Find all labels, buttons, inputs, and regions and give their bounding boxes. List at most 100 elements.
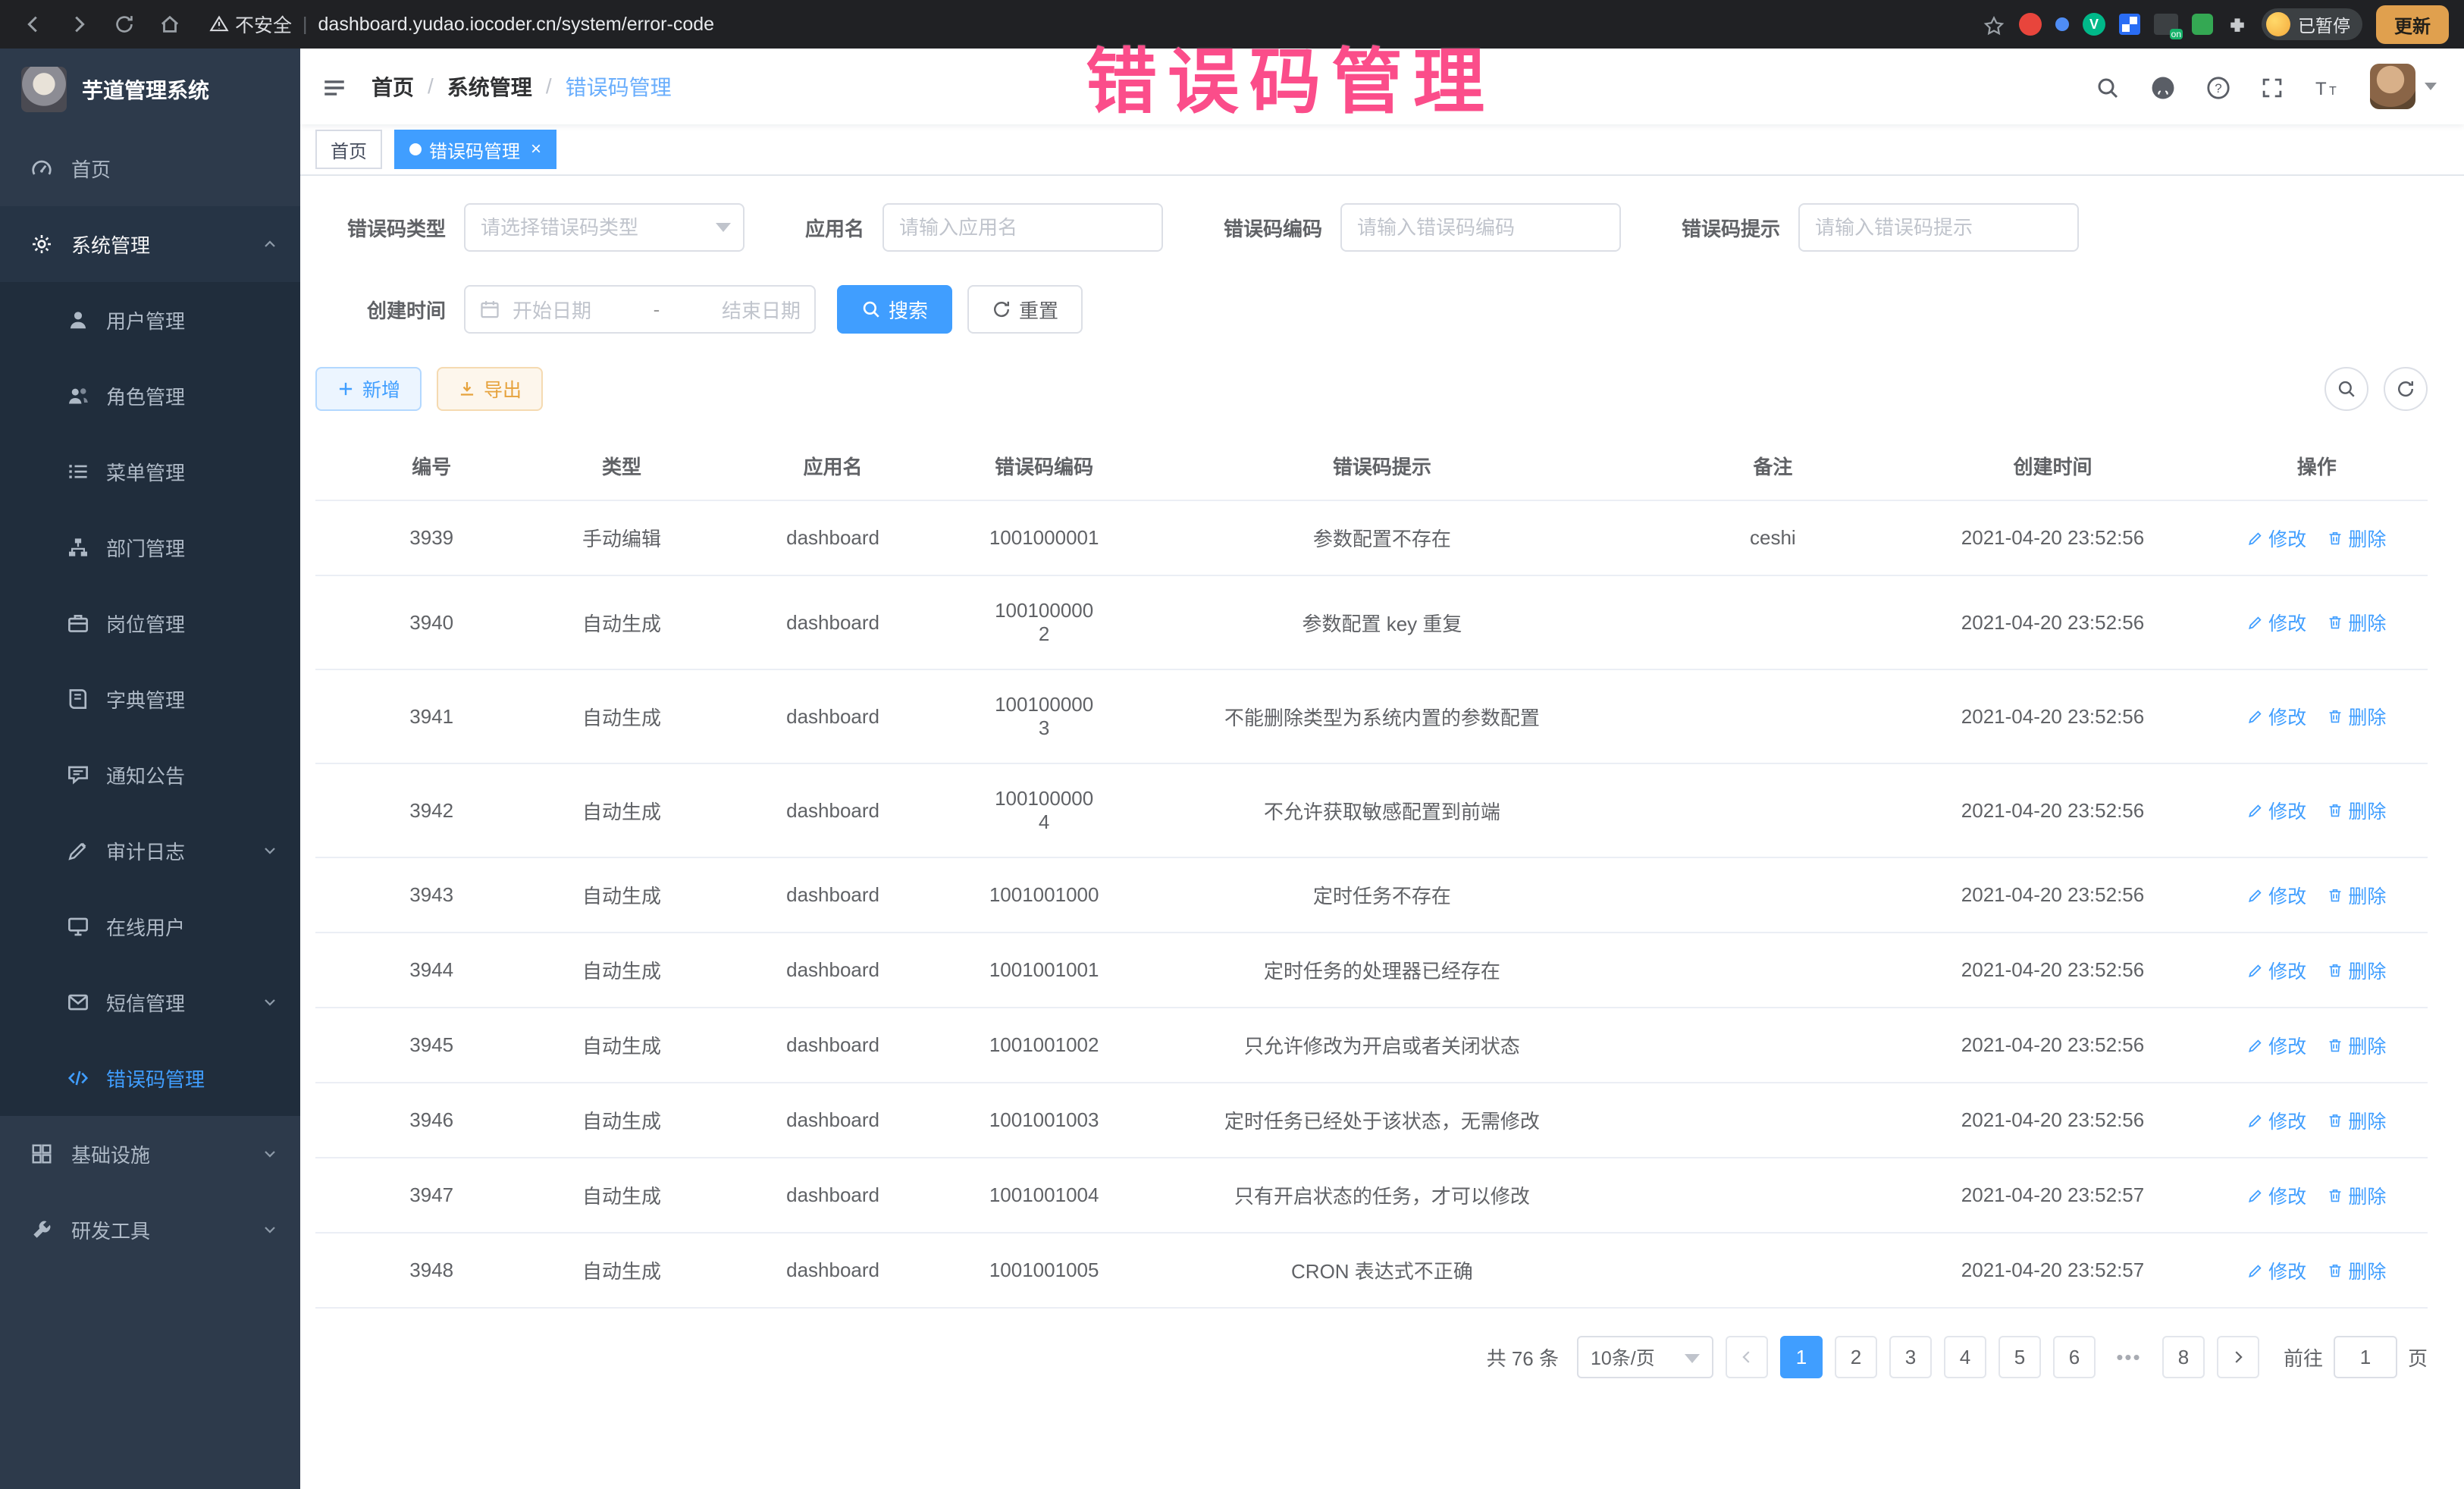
tab-error-code-management[interactable]: 错误码管理 × (394, 130, 556, 169)
page-button[interactable]: 3 (1889, 1336, 1932, 1378)
edit-link[interactable]: 修改 (2247, 882, 2306, 909)
tab-home[interactable]: 首页 (315, 130, 382, 169)
prev-page-button[interactable] (1726, 1336, 1768, 1378)
page-button[interactable]: 2 (1835, 1336, 1877, 1378)
cell-app: dashboard (695, 575, 970, 669)
sidebar-item-label: 错误码管理 (106, 1064, 205, 1092)
fullscreen-icon[interactable] (2261, 73, 2284, 101)
sidebar-item-infrastructure[interactable]: 基础设施 (0, 1116, 300, 1192)
breadcrumb-home[interactable]: 首页 (371, 71, 414, 102)
sidebar-item-devtools[interactable]: 研发工具 (0, 1192, 300, 1268)
date-range-picker[interactable]: 开始日期 - 结束日期 (464, 285, 816, 334)
delete-link[interactable]: 删除 (2327, 957, 2386, 984)
help-icon[interactable]: ? (2206, 73, 2230, 101)
app-name-input[interactable] (882, 203, 1163, 252)
extension-teal-icon[interactable]: V (2083, 13, 2105, 36)
sidebar-item-post-management[interactable]: 岗位管理 (0, 585, 300, 661)
sidebar-item-user-management[interactable]: 用户管理 (0, 282, 300, 358)
goto-page-input[interactable] (2334, 1336, 2397, 1378)
sidebar-item-system-management[interactable]: 系统管理 (0, 206, 300, 282)
search-button[interactable]: 搜索 (837, 285, 952, 334)
edit-link[interactable]: 修改 (2247, 797, 2306, 824)
sidebar-item-dict-management[interactable]: 字典管理 (0, 661, 300, 737)
extension-grid-icon[interactable] (2119, 14, 2140, 35)
cell-note (1646, 1158, 1899, 1233)
header-search-icon[interactable] (2096, 73, 2120, 101)
page-button[interactable]: 4 (1944, 1336, 1986, 1378)
extension-blue-dot-icon[interactable] (2055, 17, 2069, 31)
error-type-select-input[interactable] (464, 203, 745, 252)
browser-update-button[interactable]: 更新 (2376, 5, 2449, 44)
page-button[interactable]: ••• (2108, 1336, 2150, 1378)
edit-link[interactable]: 修改 (2247, 1257, 2306, 1284)
sidebar-item-notice-management[interactable]: 通知公告 (0, 737, 300, 813)
add-button[interactable]: 新增 (315, 367, 422, 411)
address-bar[interactable]: 不安全 | dashboard.yudao.iocoder.cn/system/… (209, 11, 1973, 38)
show-search-button[interactable] (2324, 367, 2368, 411)
error-type-select[interactable] (464, 203, 745, 252)
delete-link[interactable]: 删除 (2327, 797, 2386, 824)
sidebar-item-online-users[interactable]: 在线用户 (0, 889, 300, 964)
page-button[interactable]: 6 (2053, 1336, 2096, 1378)
sidebar-item-home[interactable]: 首页 (0, 130, 300, 206)
logo[interactable]: 芋道管理系统 (0, 49, 300, 130)
sidebar-item-role-management[interactable]: 角色管理 (0, 358, 300, 434)
delete-link[interactable]: 删除 (2327, 882, 2386, 909)
error-message-input[interactable] (1798, 203, 2079, 252)
edit-link[interactable]: 修改 (2247, 1182, 2306, 1209)
goto-unit-label: 页 (2408, 1343, 2428, 1371)
sidebar-toggle-icon[interactable] (321, 72, 347, 101)
extension-green-icon[interactable] (2192, 14, 2213, 35)
refresh-table-button[interactable] (2384, 367, 2428, 411)
cell-message: 定时任务已经处于该状态，无需修改 (1118, 1083, 1647, 1158)
user-menu[interactable] (2370, 64, 2437, 109)
cell-time: 2021-04-20 23:52:56 (1900, 500, 2206, 575)
export-button[interactable]: 导出 (437, 367, 543, 411)
sidebar-item-dept-management[interactable]: 部门管理 (0, 509, 300, 585)
sidebar-item-error-code-management[interactable]: 错误码管理 (0, 1040, 300, 1116)
page-button[interactable]: 1 (1780, 1336, 1823, 1378)
edit-link[interactable]: 修改 (2247, 525, 2306, 552)
bookmark-star-icon[interactable] (1983, 11, 2005, 39)
delete-link[interactable]: 删除 (2327, 609, 2386, 636)
edit-link[interactable]: 修改 (2247, 1107, 2306, 1134)
header-actions: ? TT (2096, 64, 2437, 109)
error-code-input[interactable] (1340, 203, 1621, 252)
filter-label: 错误码类型 (315, 214, 446, 242)
delete-link[interactable]: 删除 (2327, 525, 2386, 552)
delete-link[interactable]: 删除 (2327, 1257, 2386, 1284)
github-icon[interactable] (2150, 72, 2176, 101)
trash-icon (2327, 1262, 2343, 1279)
page-button[interactable]: 5 (1998, 1336, 2041, 1378)
edit-link[interactable]: 修改 (2247, 957, 2306, 984)
close-icon[interactable]: × (531, 140, 541, 158)
page-button[interactable]: 8 (2162, 1336, 2205, 1378)
reset-button[interactable]: 重置 (967, 285, 1083, 334)
font-size-icon[interactable]: TT (2314, 73, 2340, 101)
page-size-select[interactable]: 10条/页 (1577, 1336, 1713, 1378)
sidebar-item-menu-management[interactable]: 菜单管理 (0, 434, 300, 509)
cell-id: 3940 (315, 575, 547, 669)
forward-icon[interactable] (61, 6, 97, 42)
extension-red-icon[interactable] (2019, 13, 2042, 36)
home-icon[interactable] (152, 6, 188, 42)
edit-link[interactable]: 修改 (2247, 1032, 2306, 1059)
edit-icon (2247, 1112, 2264, 1129)
not-secure-warning: 不安全 (209, 11, 292, 38)
edit-link[interactable]: 修改 (2247, 609, 2306, 636)
delete-link[interactable]: 删除 (2327, 1032, 2386, 1059)
reload-icon[interactable] (106, 6, 143, 42)
profile-chip[interactable]: 已暂停 (2262, 8, 2362, 40)
delete-link[interactable]: 删除 (2327, 1107, 2386, 1134)
extension-on-badge-icon[interactable] (2154, 14, 2178, 35)
back-icon[interactable] (15, 6, 52, 42)
edit-link[interactable]: 修改 (2247, 703, 2306, 730)
extensions-puzzle-icon[interactable] (2227, 11, 2248, 39)
next-page-button[interactable] (2217, 1336, 2259, 1378)
delete-link[interactable]: 删除 (2327, 703, 2386, 730)
breadcrumb-system[interactable]: 系统管理 (447, 71, 532, 102)
delete-link[interactable]: 删除 (2327, 1182, 2386, 1209)
sidebar-item-audit-log[interactable]: 审计日志 (0, 813, 300, 889)
sidebar-item-sms-management[interactable]: 短信管理 (0, 964, 300, 1040)
trash-icon (2327, 887, 2343, 904)
